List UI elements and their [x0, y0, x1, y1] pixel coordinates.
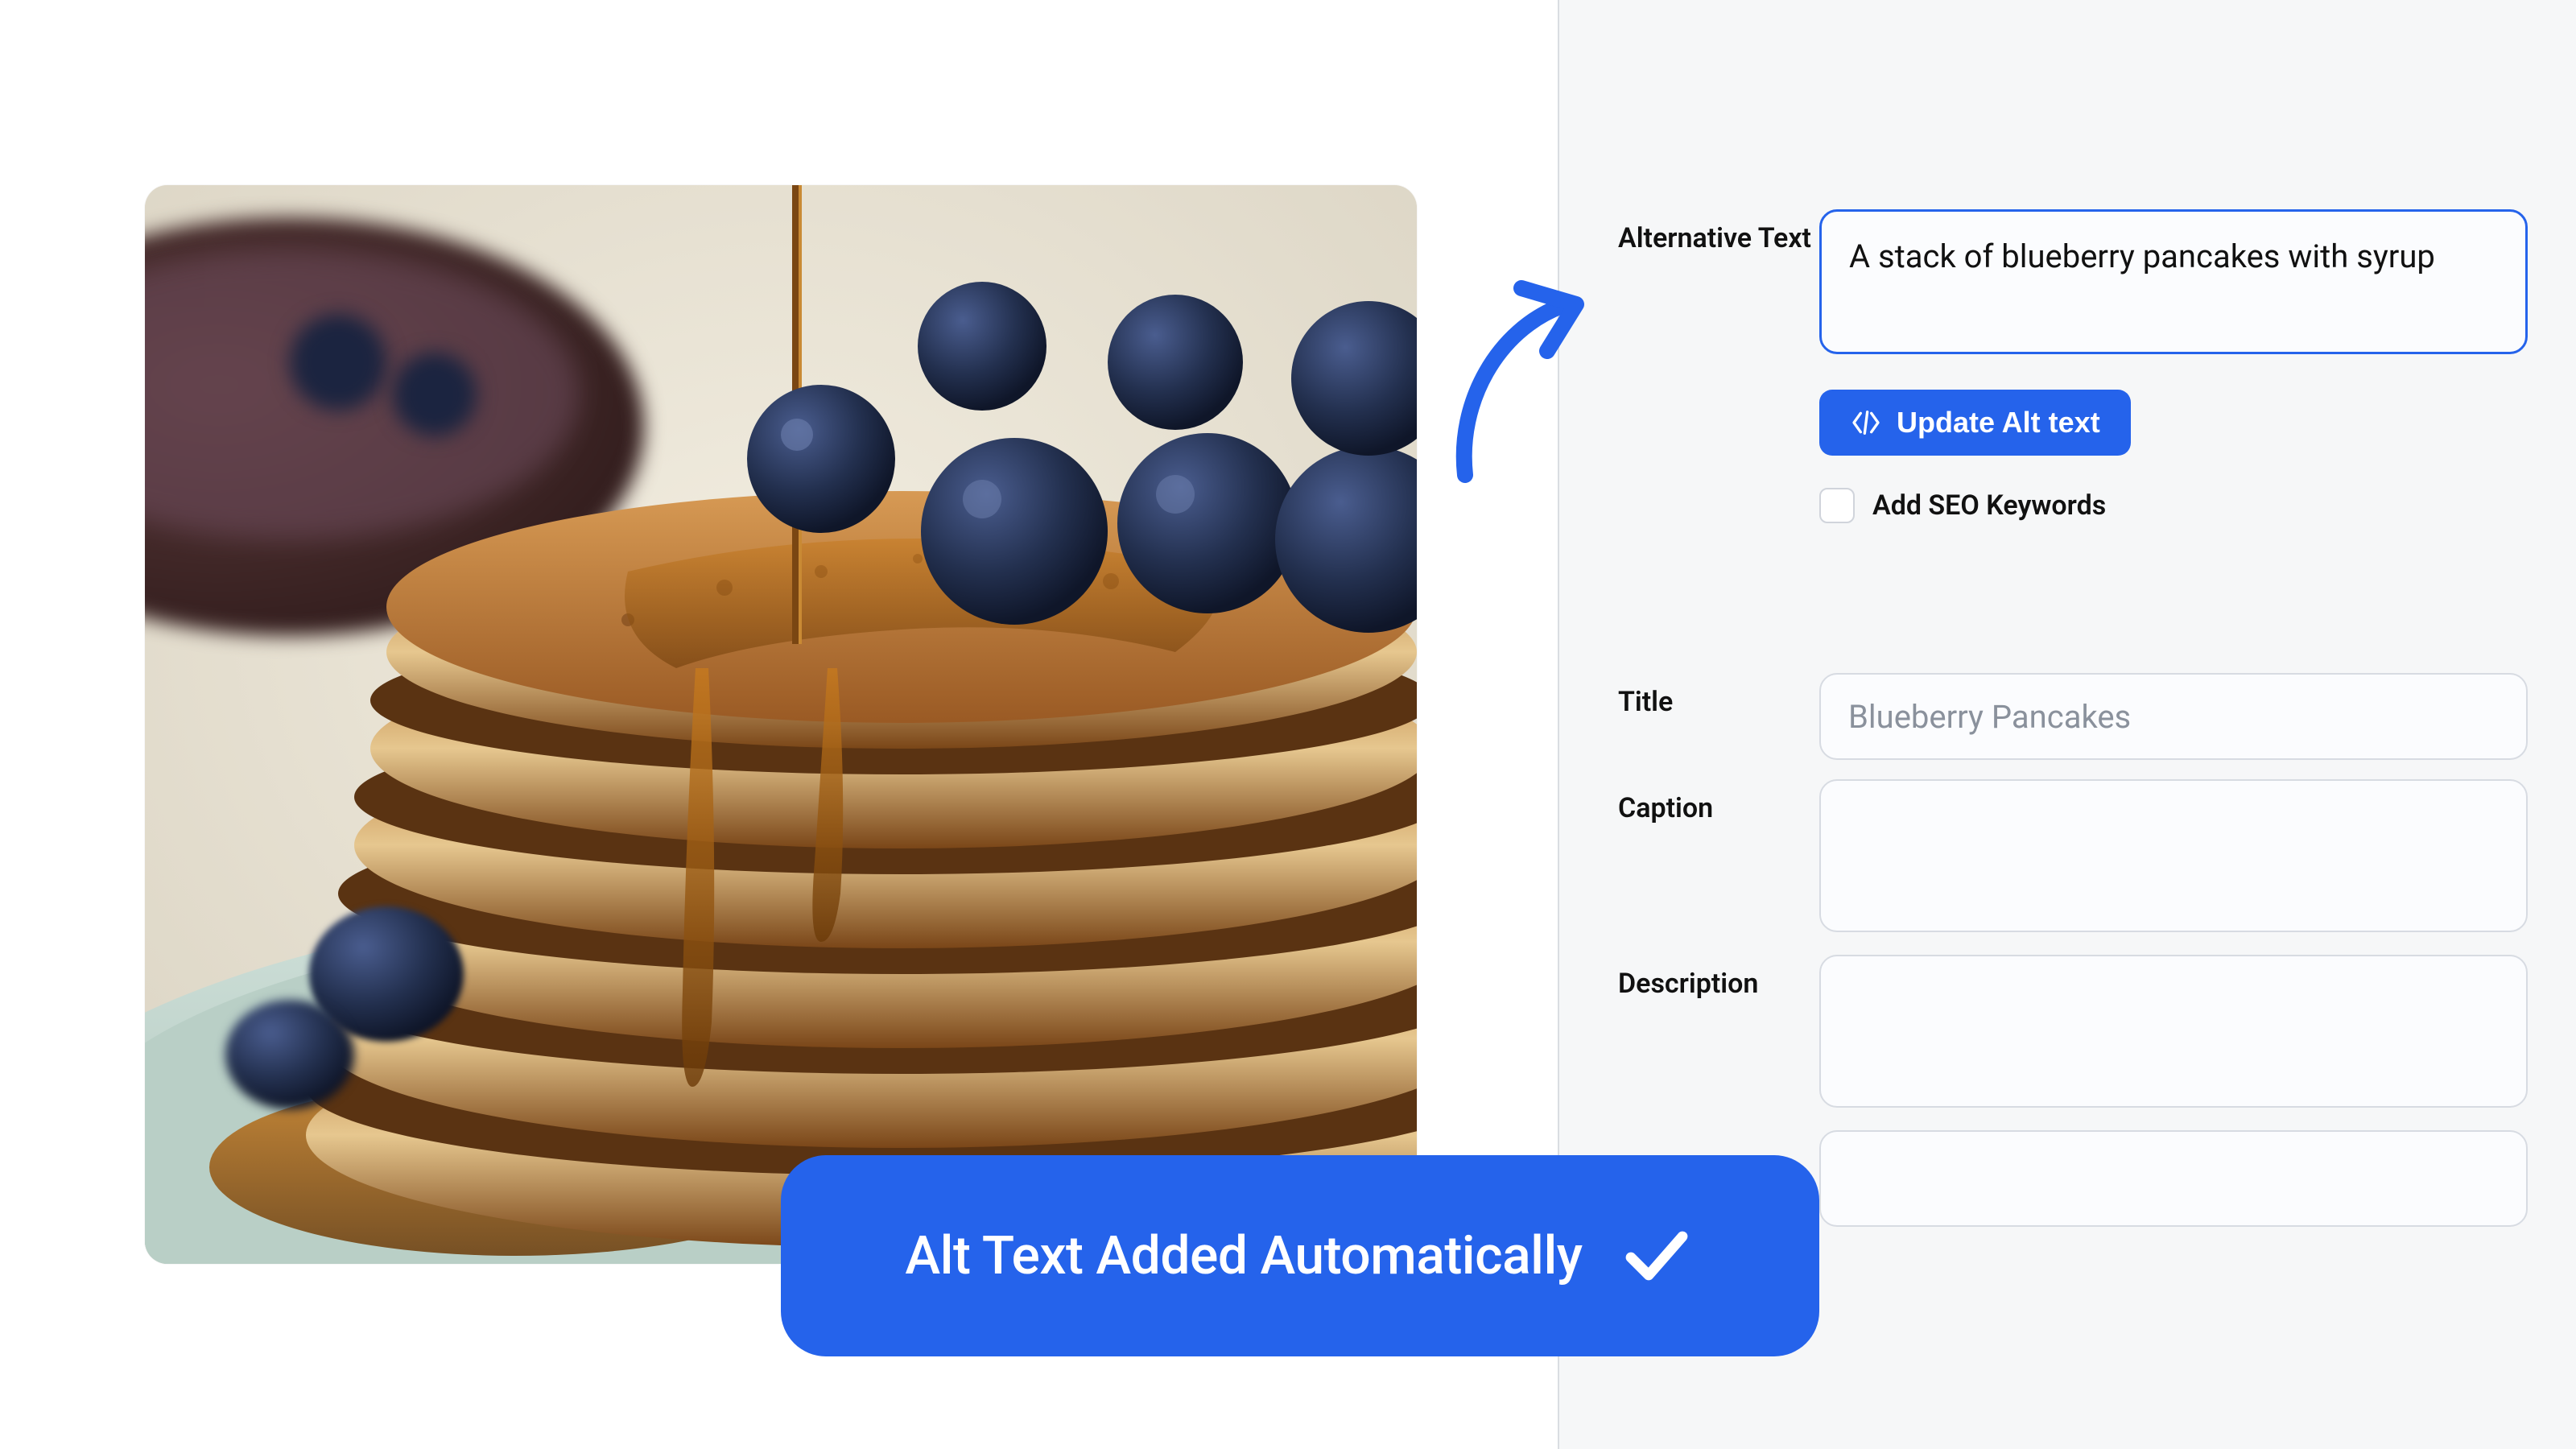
description-label: Description [1618, 955, 1819, 1003]
additional-field[interactable] [1819, 1130, 2528, 1227]
seo-keywords-checkbox[interactable] [1819, 488, 1855, 523]
title-input[interactable] [1819, 673, 2528, 760]
update-alt-text-button[interactable]: Update Alt text [1819, 390, 2131, 456]
title-label: Title [1618, 673, 1819, 721]
pancakes-illustration [145, 185, 1417, 1264]
image-metadata-form: Alternative Text Update Alt text Add SEO… [1618, 209, 2528, 1227]
alt-text-label: Alternative Text [1618, 209, 1819, 258]
image-preview [145, 185, 1417, 1264]
check-icon [1618, 1217, 1695, 1294]
arrow-icon [1441, 274, 1586, 483]
caption-input[interactable] [1819, 779, 2528, 932]
success-toast: Alt Text Added Automatically [781, 1155, 1819, 1356]
update-alt-text-label: Update Alt text [1897, 406, 2100, 440]
code-slash-icon [1850, 407, 1882, 439]
description-input[interactable] [1819, 955, 2528, 1108]
alt-text-input[interactable] [1819, 209, 2528, 354]
toast-message: Alt Text Added Automatically [905, 1225, 1582, 1287]
caption-label: Caption [1618, 779, 1819, 828]
seo-keywords-label: Add SEO Keywords [1872, 489, 2106, 522]
